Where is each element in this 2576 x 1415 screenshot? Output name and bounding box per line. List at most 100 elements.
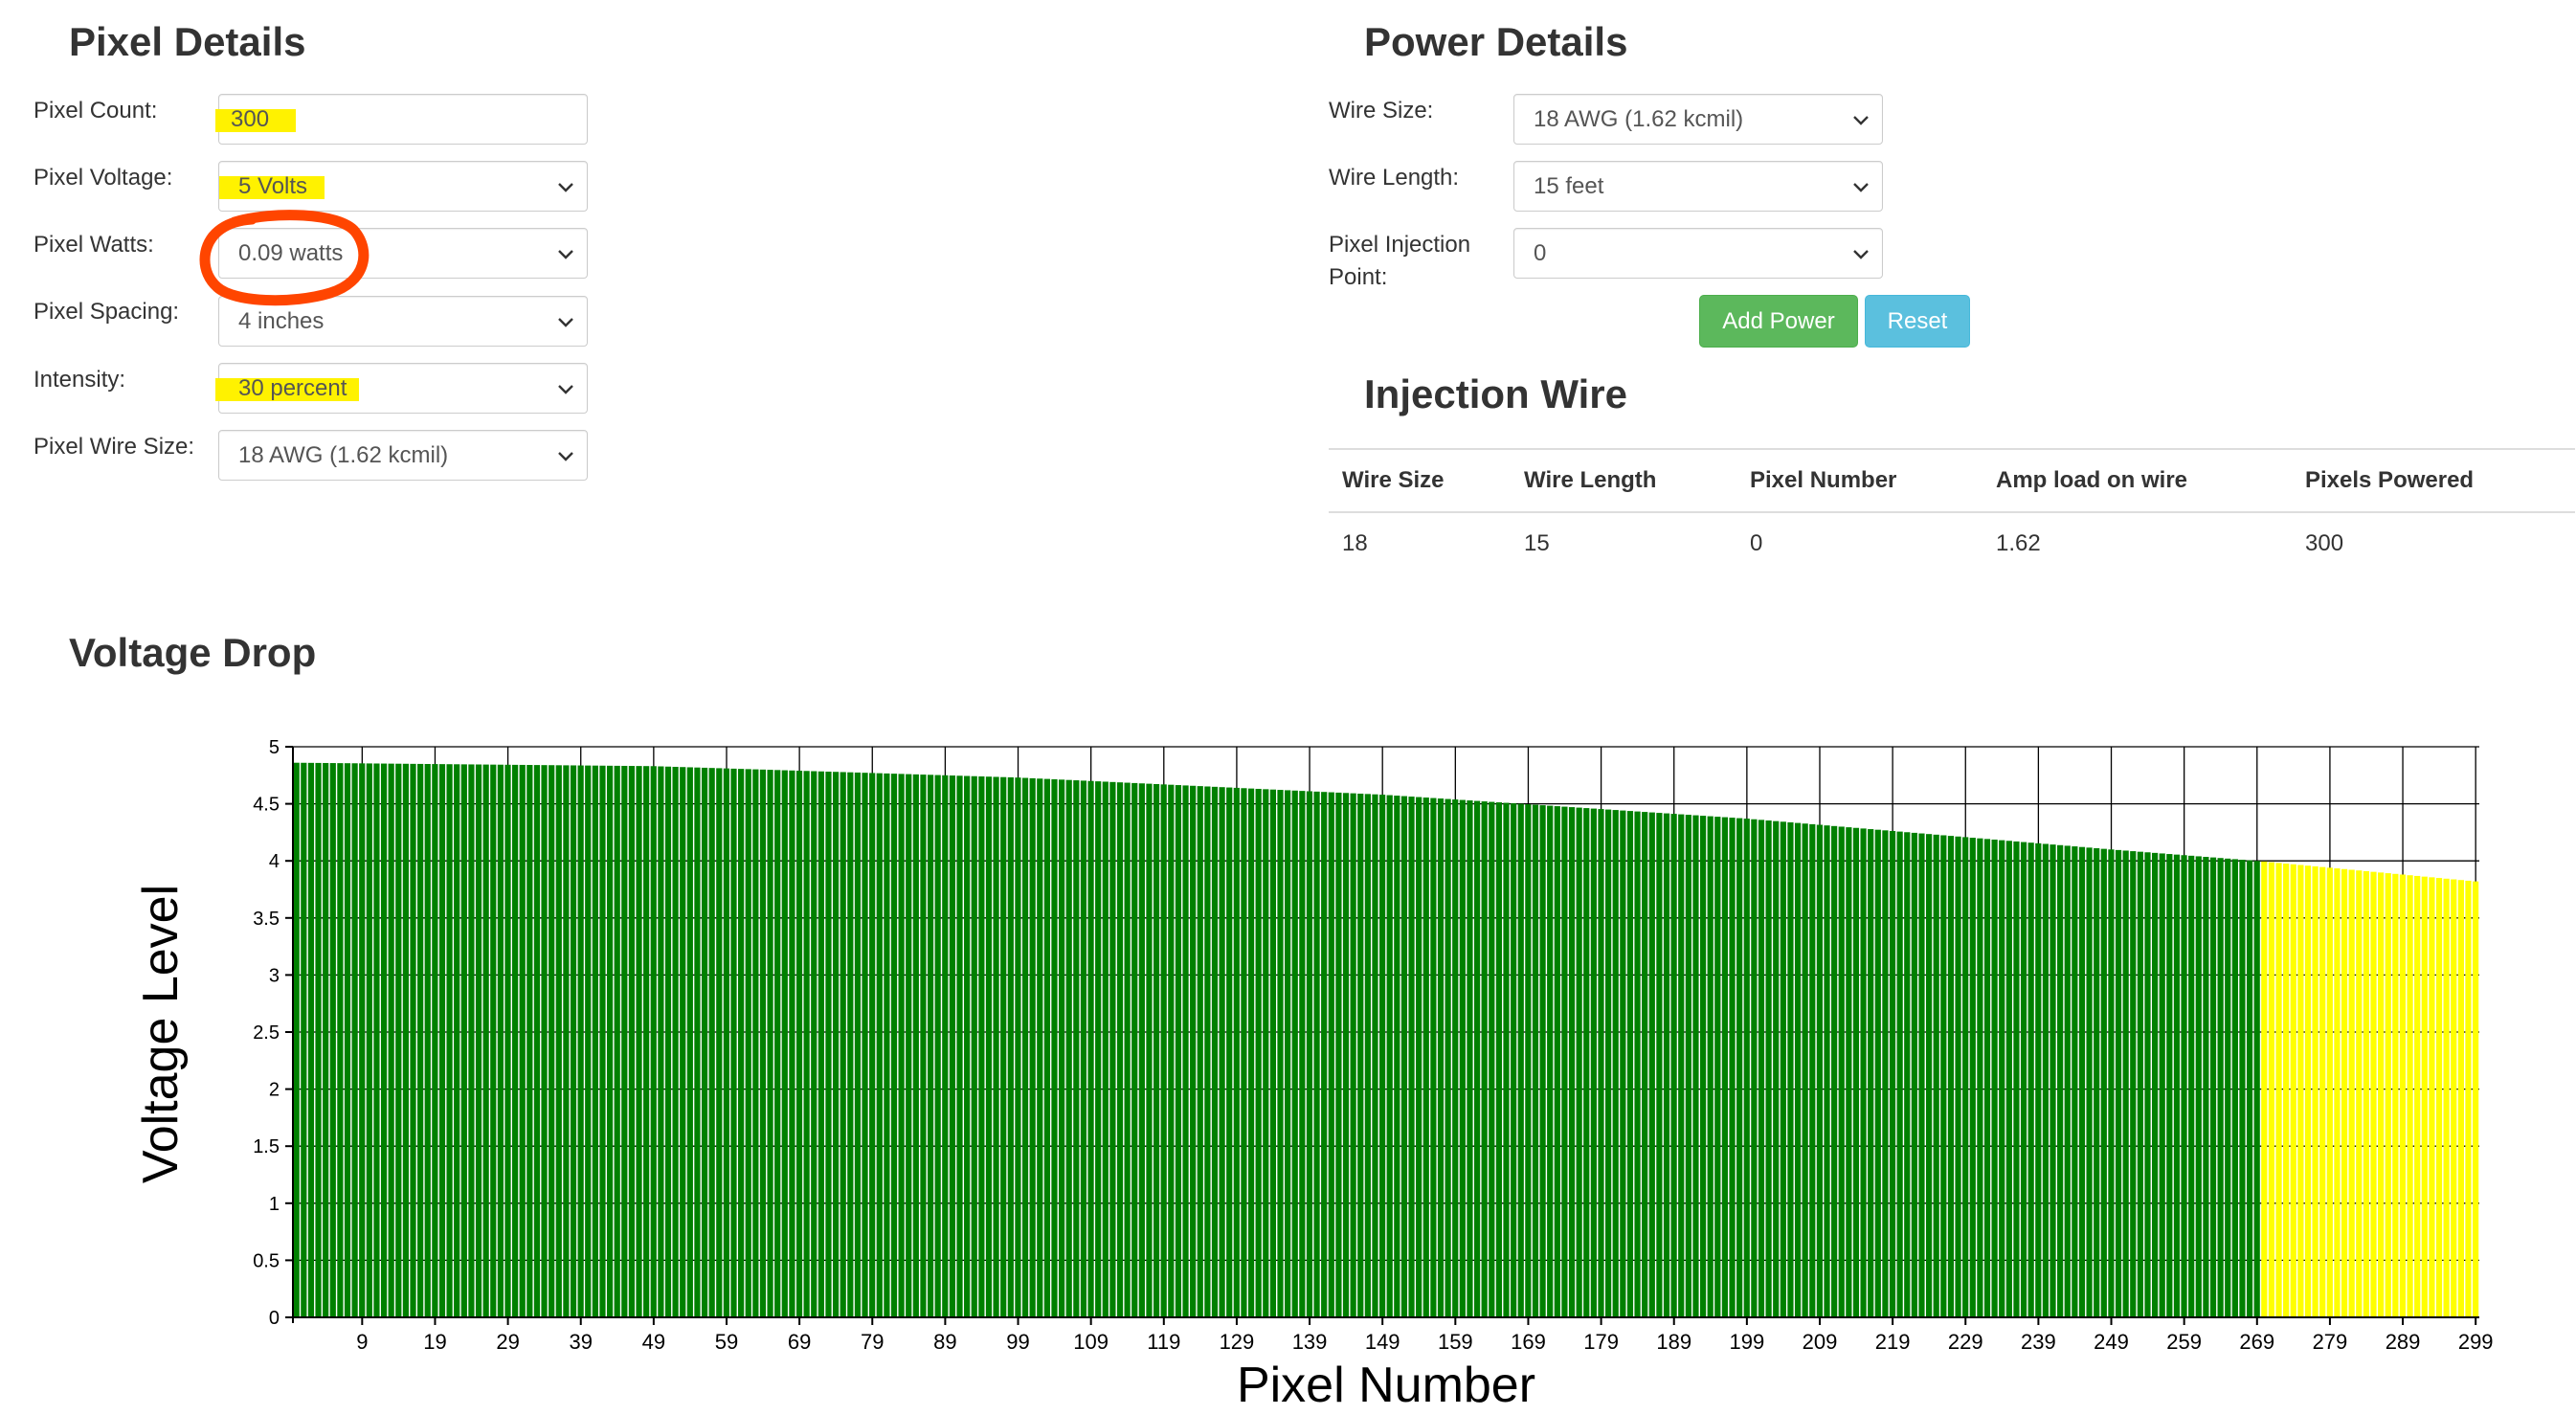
bar xyxy=(1983,839,1991,1317)
x-tick-label: 229 xyxy=(1948,1330,1983,1354)
bar xyxy=(1168,784,1175,1317)
y-tick-label: 2.5 xyxy=(253,1022,280,1044)
bar xyxy=(2268,862,2275,1317)
bar xyxy=(1342,793,1350,1317)
bar xyxy=(2414,875,2421,1317)
x-tick-label: 119 xyxy=(1147,1330,1180,1354)
wire-size-select[interactable]: 18 AWG (1.62 kcmil) xyxy=(1513,94,1883,145)
bar xyxy=(599,765,606,1317)
reset-button[interactable]: Reset xyxy=(1865,295,1970,348)
bar xyxy=(942,775,949,1317)
x-tick-label: 109 xyxy=(1073,1330,1109,1354)
wire-length-value: 15 feet xyxy=(1534,173,1604,199)
pixel-injection-point-select[interactable]: 0 xyxy=(1513,228,1883,279)
x-tick-label: 289 xyxy=(2386,1330,2421,1354)
bar xyxy=(956,775,963,1317)
x-tick-label: 169 xyxy=(1511,1330,1546,1354)
bar xyxy=(1481,801,1488,1317)
pixel-count-input[interactable]: 300 xyxy=(215,94,588,145)
bar xyxy=(1495,802,1503,1317)
bar xyxy=(2392,873,2399,1317)
bar xyxy=(1109,781,1116,1317)
intensity-select[interactable]: 30 percent xyxy=(215,363,588,414)
bar xyxy=(869,773,876,1317)
power-details-title: Power Details xyxy=(1364,19,1628,64)
bar xyxy=(1612,810,1619,1317)
x-tick-label: 179 xyxy=(1583,1330,1619,1354)
pixel-wire-size-select[interactable]: 18 AWG (1.62 kcmil) xyxy=(218,430,588,481)
pixel-wire-size-label: Pixel Wire Size: xyxy=(34,434,195,460)
x-tick-label: 149 xyxy=(1365,1330,1400,1354)
bar xyxy=(1699,816,1707,1317)
bar xyxy=(1007,776,1014,1317)
column-header: Wire Size xyxy=(1329,448,1511,513)
bar xyxy=(1043,778,1050,1317)
bar xyxy=(1146,783,1153,1317)
x-tick-label: 29 xyxy=(496,1330,519,1354)
bar xyxy=(898,774,905,1317)
bar xyxy=(2348,869,2355,1317)
bar xyxy=(1838,826,1845,1317)
bar xyxy=(1605,809,1612,1317)
column-header: Wire Length xyxy=(1511,448,1736,513)
bar xyxy=(2035,842,2042,1317)
bar xyxy=(2421,876,2428,1317)
bar xyxy=(789,770,795,1317)
bar xyxy=(424,764,431,1317)
bar xyxy=(1313,791,1320,1317)
wire-size-label: Wire Size: xyxy=(1329,98,1434,124)
bar xyxy=(1226,787,1233,1317)
bar xyxy=(2144,852,2151,1317)
bar xyxy=(1955,836,1961,1317)
label-line: Point: xyxy=(1329,264,1388,290)
chevron-down-icon xyxy=(558,452,573,461)
bar xyxy=(1211,786,1219,1317)
bar xyxy=(2319,866,2326,1317)
add-power-button[interactable]: Add Power xyxy=(1699,295,1858,348)
bar xyxy=(1138,783,1145,1317)
bar xyxy=(1947,836,1955,1317)
chevron-down-icon xyxy=(1853,250,1869,259)
x-tick-label: 19 xyxy=(423,1330,446,1354)
pixel-spacing-value: 4 inches xyxy=(238,308,325,334)
bar xyxy=(2108,849,2115,1317)
pixel-count-label: Pixel Count: xyxy=(34,98,158,124)
bar xyxy=(1263,789,1269,1317)
bar xyxy=(1386,795,1393,1317)
x-tick-label: 39 xyxy=(569,1330,592,1354)
bar xyxy=(490,764,497,1317)
bar xyxy=(1503,802,1510,1317)
pixel-watts-label: Pixel Watts: xyxy=(34,232,154,258)
bar xyxy=(614,765,620,1317)
bar xyxy=(2086,847,2093,1317)
bar xyxy=(1321,792,1328,1317)
bar xyxy=(1378,795,1386,1317)
bar xyxy=(1758,820,1765,1317)
bar xyxy=(993,776,999,1317)
wire-length-select[interactable]: 15 feet xyxy=(1513,161,1883,212)
bar xyxy=(577,765,584,1317)
bar xyxy=(1999,840,2005,1317)
bar xyxy=(1780,821,1786,1317)
bar xyxy=(752,769,759,1317)
bar xyxy=(1729,818,1736,1317)
bar xyxy=(2181,855,2187,1317)
intensity-value: 30 percent xyxy=(238,375,347,401)
bar xyxy=(643,766,650,1317)
injection-wire-table: Wire Size Wire Length Pixel Number Amp l… xyxy=(1329,448,2575,574)
bar xyxy=(2290,864,2296,1317)
bar xyxy=(1459,799,1466,1317)
bar xyxy=(650,766,657,1317)
bar xyxy=(664,766,672,1317)
bar xyxy=(1000,776,1007,1317)
x-tick-label: 209 xyxy=(1803,1330,1838,1354)
bar xyxy=(2050,844,2056,1317)
bar xyxy=(2173,854,2181,1317)
bar xyxy=(628,766,636,1317)
bar xyxy=(1306,791,1313,1317)
bar xyxy=(1868,829,1874,1317)
bar xyxy=(1422,797,1429,1317)
bar xyxy=(832,772,840,1317)
pixel-injection-point-value: 0 xyxy=(1534,240,1547,266)
bar xyxy=(1554,806,1560,1317)
